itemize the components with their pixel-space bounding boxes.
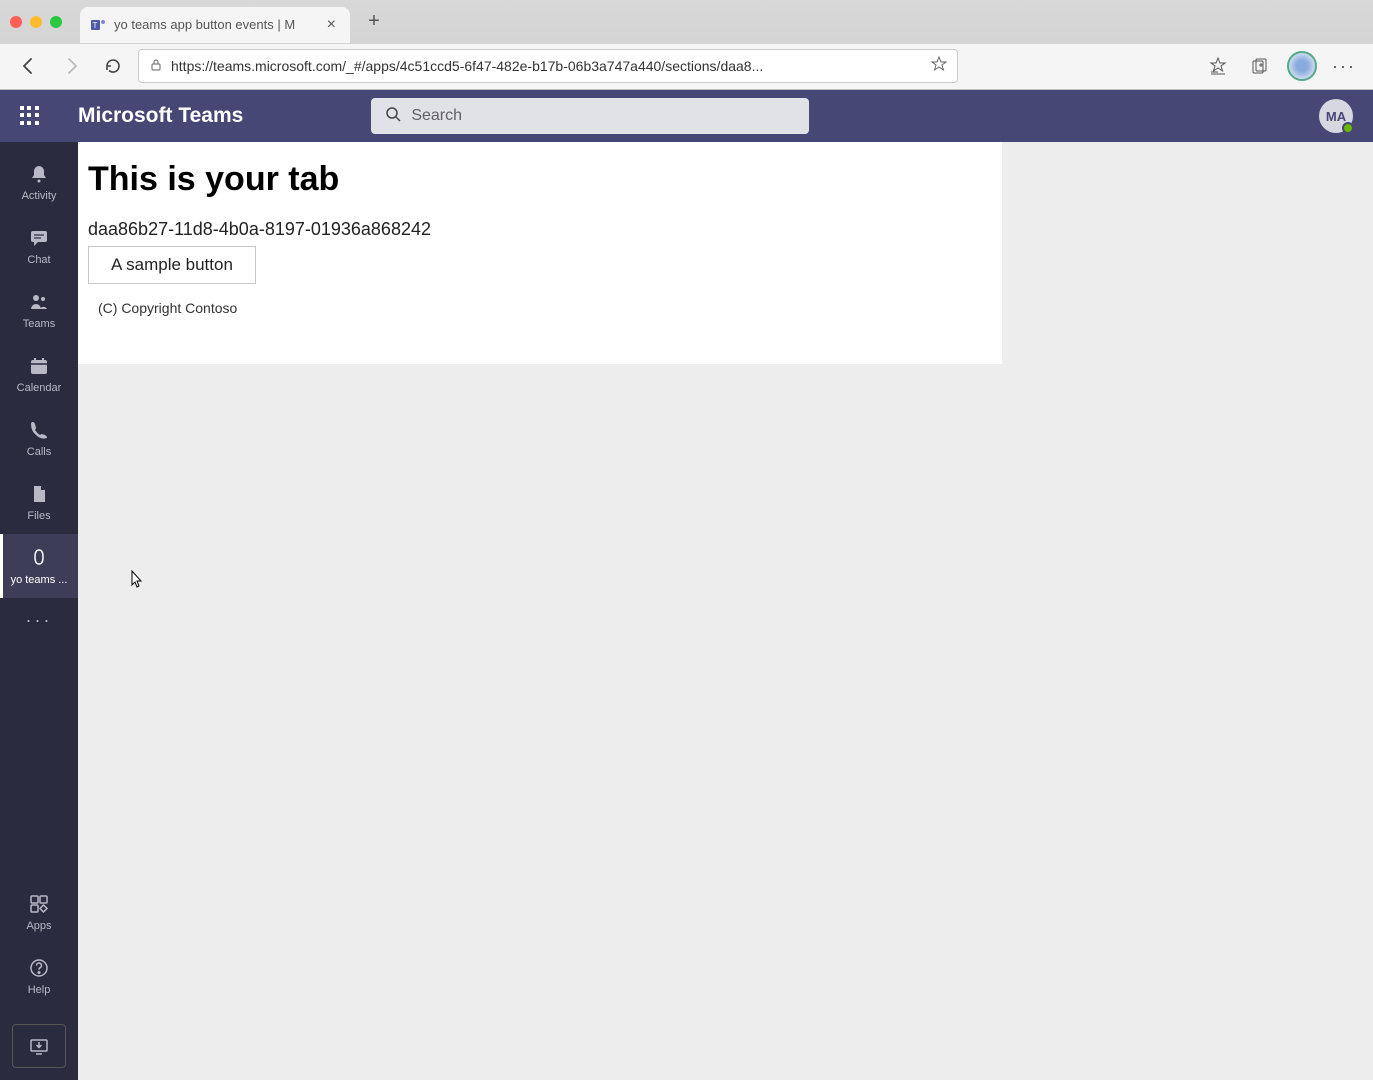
maximize-window-button[interactable] [50,16,62,28]
sidebar-item-apps[interactable]: Apps [0,880,78,944]
sidebar-item-calls[interactable]: Calls [0,406,78,470]
presence-indicator [1342,122,1354,134]
favorites-list-icon[interactable] [1201,49,1235,83]
sidebar-item-help[interactable]: Help [0,944,78,1008]
guid-text: daa86b27-11d8-4b0a-8197-01936a868242 [88,219,992,240]
app-icon [28,546,50,570]
browser-chrome: T yo teams app button events | M × + htt… [0,0,1373,90]
browser-nav-bar: https://teams.microsoft.com/_#/apps/4c51… [0,44,1373,89]
profile-avatar-icon [1287,51,1317,81]
calendar-icon [28,354,50,378]
content-area: This is your tab daa86b27-11d8-4b0a-8197… [78,142,1373,1080]
search-placeholder: Search [411,107,462,125]
favorite-icon[interactable] [931,56,947,77]
sidebar-item-yo-teams-app[interactable]: yo teams ... [0,534,78,598]
close-tab-button[interactable]: × [323,16,340,34]
tab-panel: This is your tab daa86b27-11d8-4b0a-8197… [78,142,1002,364]
teams-icon [28,290,50,314]
browser-toolbar-right: ··· [1201,49,1361,83]
close-window-button[interactable] [10,16,22,28]
teams-favicon-icon: T [90,17,106,33]
search-icon [385,106,401,127]
search-input[interactable]: Search [371,98,809,134]
reload-button[interactable] [96,49,130,83]
sidebar-item-label: Calendar [17,382,62,394]
sidebar-item-label: yo teams ... [11,574,68,586]
window-controls [10,16,62,28]
forward-button[interactable] [54,49,88,83]
help-icon [28,956,50,980]
download-desktop-button[interactable] [12,1024,66,1068]
sidebar-item-chat[interactable]: Chat [0,214,78,278]
phone-icon [28,418,50,442]
address-bar[interactable]: https://teams.microsoft.com/_#/apps/4c51… [138,49,958,83]
teams-header: Microsoft Teams Search MA [0,90,1373,142]
collections-icon[interactable] [1243,49,1277,83]
browser-more-button[interactable]: ··· [1327,49,1361,83]
cursor-icon [128,569,146,594]
svg-text:T: T [93,21,98,30]
bell-icon [28,162,50,186]
copyright-text: (C) Copyright Contoso [98,300,992,316]
sidebar-item-label: Files [27,510,50,522]
apps-icon [28,892,50,916]
chat-icon [28,226,50,250]
browser-tab[interactable]: T yo teams app button events | M × [80,7,350,43]
sidebar-item-activity[interactable]: Activity [0,150,78,214]
sidebar-item-files[interactable]: Files [0,470,78,534]
browser-tab-title: yo teams app button events | M [114,17,315,32]
new-tab-button[interactable]: + [360,8,388,36]
sidebar-item-label: Activity [22,190,57,202]
app-body: Activity Chat Teams Calendar Calls [0,142,1373,1080]
sidebar-item-label: Teams [23,318,55,330]
sidebar-item-label: Apps [26,920,51,932]
sample-button[interactable]: A sample button [88,246,256,284]
profile-button[interactable] [1285,49,1319,83]
browser-tab-bar: T yo teams app button events | M × + [0,0,1373,44]
back-button[interactable] [12,49,46,83]
minimize-window-button[interactable] [30,16,42,28]
sidebar-more-button[interactable]: ··· [0,598,78,642]
sidebar-bottom: Apps Help [0,880,78,1068]
lock-icon [149,58,163,75]
avatar-initials: MA [1326,109,1346,124]
sidebar-item-label: Chat [27,254,50,266]
url-text: https://teams.microsoft.com/_#/apps/4c51… [171,58,923,74]
page-title: This is your tab [88,160,992,199]
teams-logo: Microsoft Teams [78,104,243,128]
app-launcher-icon[interactable] [20,106,40,126]
user-avatar[interactable]: MA [1319,99,1353,133]
file-icon [28,482,50,506]
sidebar: Activity Chat Teams Calendar Calls [0,142,78,1080]
sidebar-item-teams[interactable]: Teams [0,278,78,342]
sidebar-item-label: Help [28,984,51,996]
sidebar-item-label: Calls [27,446,51,458]
sidebar-item-calendar[interactable]: Calendar [0,342,78,406]
